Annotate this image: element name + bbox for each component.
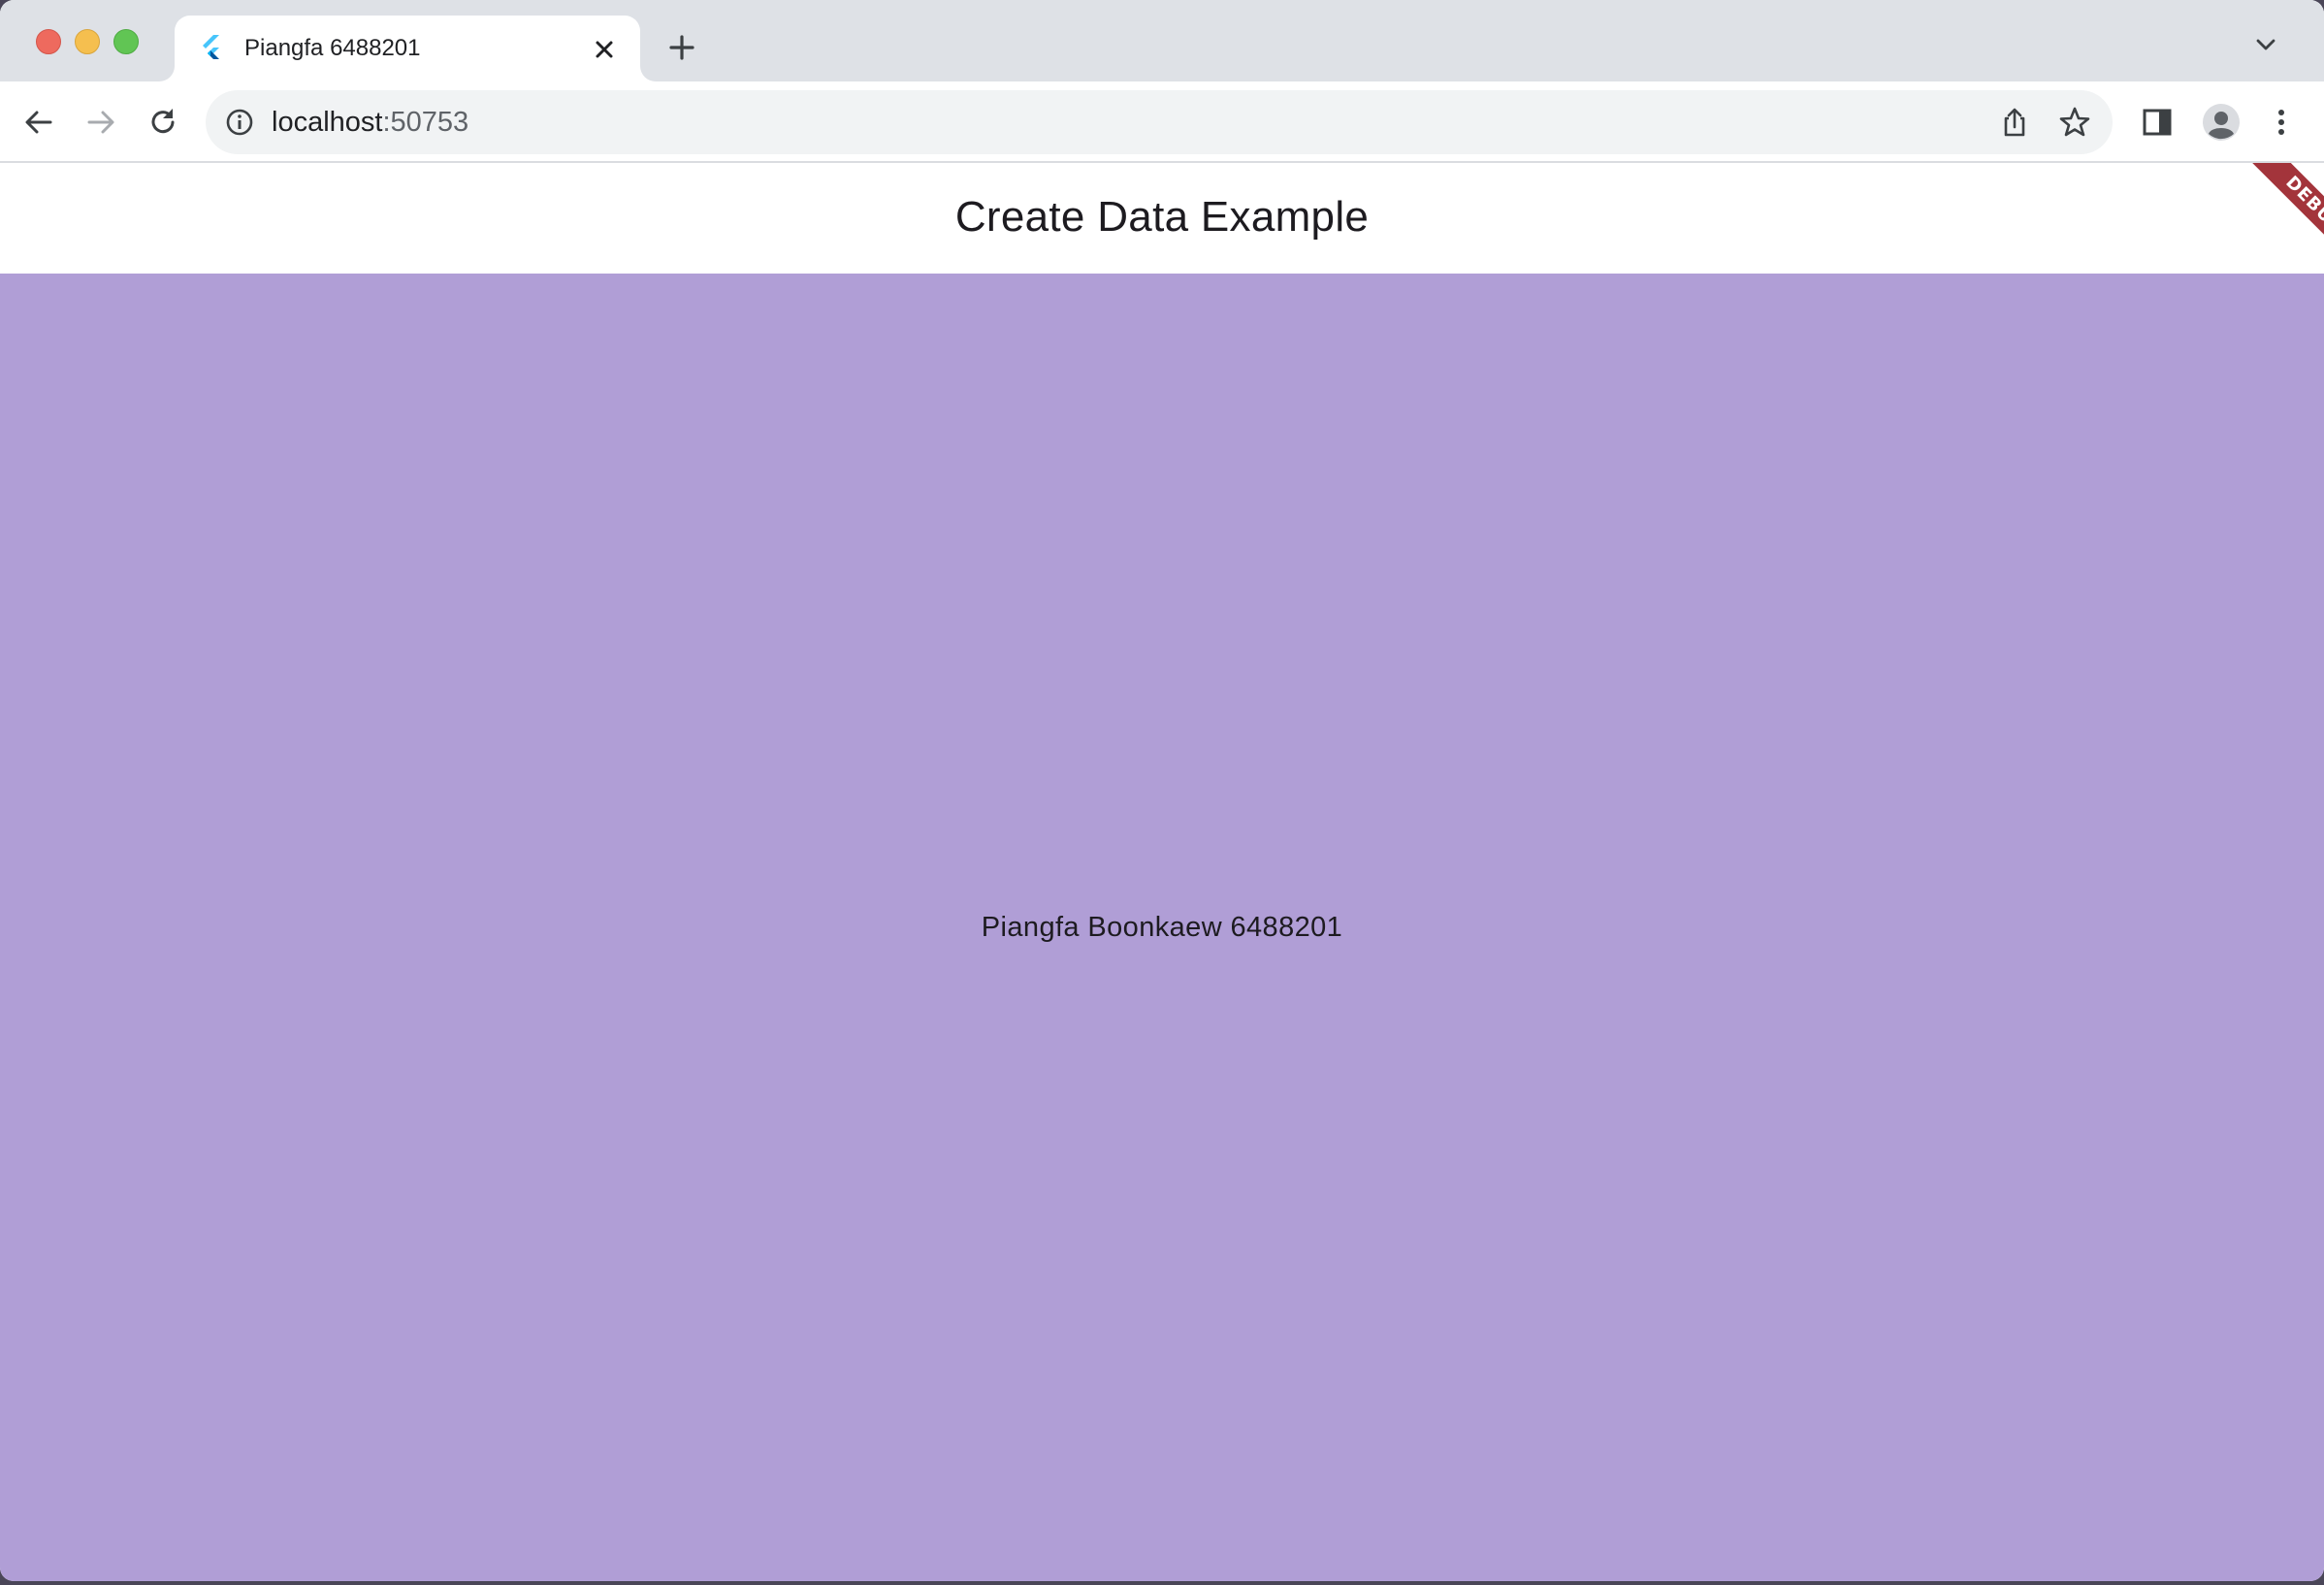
browser-window: Piangfa 6488201 localhost:50753 Create D… (0, 0, 2324, 1581)
window-minimize-button[interactable] (75, 29, 100, 54)
url-host: localhost (272, 107, 383, 138)
star-icon[interactable] (2058, 106, 2091, 139)
plus-icon[interactable] (667, 33, 696, 62)
close-icon[interactable] (592, 37, 617, 62)
flutter-logo-icon (200, 35, 223, 62)
body-text: Piangfa Boonkaew 6488201 (981, 912, 1343, 943)
chevron-down-icon[interactable] (2253, 35, 2278, 54)
app-bar: Create Data Example (0, 163, 2324, 274)
side-panel-icon[interactable] (2140, 105, 2175, 140)
window-maximize-button[interactable] (113, 29, 139, 54)
window-close-button[interactable] (36, 29, 61, 54)
info-icon[interactable] (225, 108, 254, 137)
tab-active[interactable]: Piangfa 6488201 (175, 16, 640, 81)
browser-toolbar: localhost:50753 (0, 81, 2324, 163)
arrow-right-icon[interactable] (83, 105, 118, 140)
app-body: Piangfa Boonkaew 6488201 (0, 274, 2324, 1581)
address-bar[interactable]: localhost:50753 (206, 90, 2113, 154)
url-port: :50753 (382, 107, 469, 138)
share-icon[interactable] (1998, 106, 2031, 139)
kebab-menu-icon[interactable] (2264, 105, 2299, 140)
tab-strip: Piangfa 6488201 (0, 0, 2324, 81)
reload-icon[interactable] (145, 105, 180, 140)
url-text: localhost:50753 (272, 106, 468, 139)
arrow-left-icon[interactable] (21, 105, 56, 140)
tab-title: Piangfa 6488201 (244, 35, 421, 61)
page-title: Create Data Example (954, 193, 1370, 241)
person-icon[interactable] (2202, 103, 2241, 142)
